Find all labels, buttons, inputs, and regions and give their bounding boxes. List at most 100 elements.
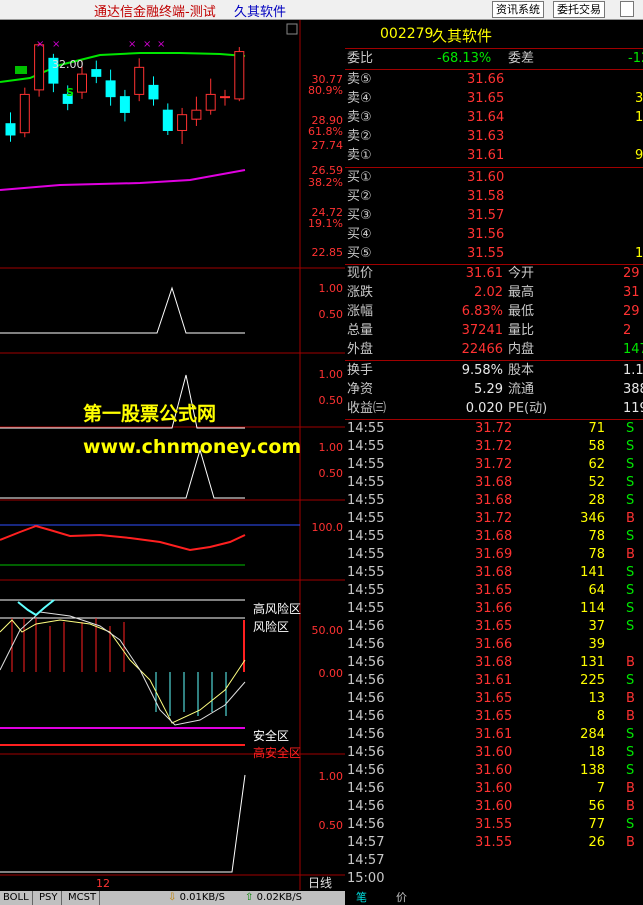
price-axis-label: 19.1% (308, 217, 343, 230)
tick-time: 14:55 (347, 601, 385, 616)
quote-value: 29 (623, 266, 640, 281)
candle-body (205, 93, 216, 111)
tick-row[interactable]: 14:56 31.55 77 S (345, 816, 643, 834)
sell-row[interactable]: 卖① 31.61 9 (345, 147, 643, 165)
indicator-tab-boll[interactable]: BOLL (0, 891, 33, 905)
tick-row[interactable]: 14:55 31.65 64 S (345, 582, 643, 600)
indicator-tab-psy[interactable]: PSY (36, 891, 62, 905)
buy-row[interactable]: 买④ 31.56 (345, 226, 643, 244)
tick-volume: 141 (580, 565, 605, 580)
quote-label: 最高 (508, 285, 535, 300)
candle-body (148, 84, 159, 100)
quote-label: 最低 (508, 304, 535, 319)
tick-time: 14:56 (347, 673, 385, 688)
tick-price: 31.66 (475, 637, 513, 652)
trade-button[interactable]: 委托交易 (553, 1, 605, 18)
risk-label: 风险区 (253, 619, 289, 634)
tick-row[interactable]: 15:00 (345, 870, 643, 888)
price-axis-label: 22.85 (312, 246, 344, 259)
quote-label: 内盘 (508, 342, 535, 357)
buy-label: 买② (347, 189, 372, 204)
tick-row[interactable]: 14:55 31.72 58 S (345, 438, 643, 456)
tab-jia[interactable]: 价 (396, 891, 407, 905)
quote-value: 29 (623, 304, 640, 319)
safe-label: 安全区 (253, 728, 289, 743)
candle-body (162, 109, 173, 131)
tick-row[interactable]: 14:55 31.72 62 S (345, 456, 643, 474)
tick-row[interactable]: 14:56 31.66 39 (345, 636, 643, 654)
tick-time: 14:56 (347, 619, 385, 634)
menu-icon[interactable] (620, 1, 634, 17)
buy-price: 31.56 (467, 227, 505, 242)
indicator-2-axis-label: 1.00 (319, 368, 344, 381)
maximize-icon[interactable] (286, 23, 298, 35)
indicator-4-line (0, 524, 246, 552)
tick-volume: 7 (596, 781, 605, 796)
quote-value: 37241 (461, 323, 503, 338)
tick-volume: 114 (580, 601, 605, 616)
indicator-1-axis-label: 1.00 (319, 282, 344, 295)
candle-body (134, 66, 145, 95)
tick-row[interactable]: 14:55 31.68 52 S (345, 474, 643, 492)
tab-bi[interactable]: 笔 (356, 891, 367, 905)
buy-row[interactable]: 买③ 31.57 (345, 207, 643, 225)
tick-time: 14:57 (347, 835, 385, 850)
buy-row[interactable]: 买② 31.58 (345, 188, 643, 206)
tick-row[interactable]: 14:55 31.68 28 S (345, 492, 643, 510)
tick-row[interactable]: 14:55 31.72 71 S (345, 420, 643, 438)
price-axis-label: 61.8% (308, 125, 343, 138)
buy-label: 买④ (347, 227, 372, 242)
tick-price: 31.68 (475, 529, 513, 544)
tick-row[interactable]: 14:56 31.60 138 S (345, 762, 643, 780)
sell-row[interactable]: 卖② 31.63 (345, 128, 643, 146)
tick-side: B (626, 709, 635, 724)
watermark-title: 第一股票公式网 (83, 403, 217, 425)
quote-value: 31 (623, 285, 640, 300)
sell-label: 卖① (347, 148, 372, 163)
info-system-button[interactable]: 资讯系统 (492, 1, 544, 18)
tick-row[interactable]: 14:56 31.60 56 B (345, 798, 643, 816)
tick-time: 14:55 (347, 511, 385, 526)
tick-row[interactable]: 14:56 31.65 8 B (345, 708, 643, 726)
tick-price: 31.72 (475, 457, 513, 472)
candle-body (5, 123, 16, 136)
tick-row[interactable]: 14:57 31.55 26 B (345, 834, 643, 852)
tick-row[interactable]: 14:55 31.66 114 S (345, 600, 643, 618)
sell-row[interactable]: 卖④ 31.65 3 (345, 90, 643, 108)
tick-price: 31.66 (475, 601, 513, 616)
stock-name: 久其软件 (432, 27, 493, 45)
risk-axis-label: 50.00 (312, 624, 344, 637)
ma-lower-line (0, 169, 246, 191)
tick-time: 14:55 (347, 457, 385, 472)
tick-row[interactable]: 14:56 31.61 225 S (345, 672, 643, 690)
tick-row[interactable]: 14:56 31.65 13 B (345, 690, 643, 708)
buy-row[interactable]: 买① 31.60 (345, 169, 643, 187)
quote-label: 现价 (347, 266, 374, 281)
high-safe-label: 高安全区 (253, 745, 301, 760)
tick-row[interactable]: 14:56 31.60 7 B (345, 780, 643, 798)
tick-row[interactable]: 14:55 31.68 141 S (345, 564, 643, 582)
indicator-tab-mcst[interactable]: MCST (65, 891, 101, 905)
indicator-6-axis-label: 1.00 (319, 770, 344, 783)
sell-row[interactable]: 卖⑤ 31.66 (345, 71, 643, 89)
tick-side: B (626, 655, 635, 670)
tick-row[interactable]: 14:56 31.61 284 S (345, 726, 643, 744)
buy-row[interactable]: 买⑤ 31.55 1 (345, 245, 643, 263)
indicator-1-line (0, 286, 245, 334)
quote-label: 涨跌 (347, 285, 374, 300)
tick-row[interactable]: 14:56 31.60 18 S (345, 744, 643, 762)
tick-side: B (626, 835, 635, 850)
tick-row[interactable]: 14:57 (345, 852, 643, 870)
tick-price: 31.60 (475, 781, 513, 796)
tick-row[interactable]: 14:55 31.69 78 B (345, 546, 643, 564)
buy-price: 31.60 (467, 170, 505, 185)
tick-time: 14:56 (347, 655, 385, 670)
tick-row[interactable]: 14:55 31.68 78 S (345, 528, 643, 546)
status-bar: BOLL PSY MCST ⇩ 0.01KB/S ⇧ 0.02KB/S 笔 价 (0, 891, 643, 905)
tick-row[interactable]: 14:55 31.72 346 B (345, 510, 643, 528)
tick-row[interactable]: 14:56 31.65 37 S (345, 618, 643, 636)
tick-row[interactable]: 14:56 31.68 131 B (345, 654, 643, 672)
tick-side: B (626, 511, 635, 526)
sell-row[interactable]: 卖③ 31.64 1 (345, 109, 643, 127)
tick-time: 14:55 (347, 529, 385, 544)
